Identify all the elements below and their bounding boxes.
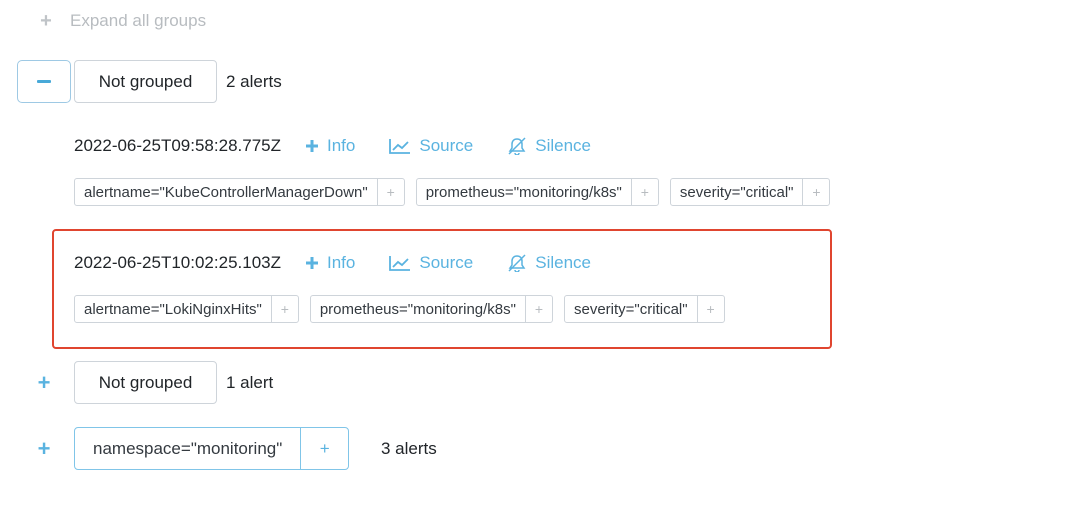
expand-group-button[interactable]: + (36, 427, 52, 470)
alert-timestamp: 2022-06-25T10:02:25.103Z (74, 253, 281, 272)
add-filter-button[interactable]: + (526, 296, 552, 322)
plus-icon: + (37, 369, 51, 395)
label-pill[interactable]: alertname="LokiNginxHits" + (74, 295, 299, 323)
alert-labels: alertname="LokiNginxHits" + prometheus="… (74, 295, 736, 323)
label-pill[interactable]: alertname="KubeControllerManagerDown" + (74, 178, 405, 206)
plus-icon: + (40, 9, 52, 32)
plus-icon: + (37, 435, 51, 461)
alert-timestamp: 2022-06-25T09:58:28.775Z (74, 136, 281, 155)
silence-label: Silence (535, 253, 591, 272)
add-filter-button[interactable]: + (301, 428, 348, 469)
source-button[interactable]: Source (389, 136, 473, 156)
silence-button[interactable]: Silence (507, 136, 591, 156)
plus-icon (305, 139, 319, 153)
label-pill[interactable]: severity="critical" + (669, 178, 831, 206)
source-label: Source (419, 136, 474, 155)
highlight-box (52, 229, 832, 349)
silence-button[interactable]: Silence (507, 253, 591, 273)
label-pill[interactable]: prometheus="monitoring/k8s" + (309, 295, 553, 323)
label-text: severity="critical" (671, 179, 804, 205)
expand-all-groups-button[interactable]: + Expand all groups (36, 9, 206, 33)
label-text: severity="critical" (565, 296, 698, 322)
label-pill[interactable]: severity="critical" + (563, 295, 725, 323)
info-label: Info (327, 136, 356, 155)
label-text: prometheus="monitoring/k8s" (311, 296, 526, 322)
label-text: prometheus="monitoring/k8s" (417, 179, 632, 205)
group-alert-count: 3 alerts (381, 438, 437, 458)
silence-label: Silence (535, 136, 591, 155)
group-alert-count: 1 alert (226, 372, 274, 392)
label-pill[interactable]: prometheus="monitoring/k8s" + (415, 178, 659, 206)
line-chart-icon (389, 138, 411, 154)
source-button[interactable]: Source (389, 253, 473, 273)
add-filter-button[interactable]: + (632, 179, 658, 205)
add-filter-button[interactable]: + (378, 179, 404, 205)
group-label-not-grouped[interactable]: Not grouped (74, 361, 217, 404)
group-label-namespace[interactable]: namespace="monitoring" + (74, 427, 350, 470)
alert-header: 2022-06-25T10:02:25.103Z Info Source Sil… (74, 251, 625, 275)
info-button[interactable]: Info (305, 136, 355, 156)
add-filter-button[interactable]: + (803, 179, 829, 205)
group-label-text: namespace="monitoring" (75, 428, 302, 469)
add-filter-button[interactable]: + (698, 296, 724, 322)
bell-slash-icon (507, 254, 527, 272)
group-alert-count: 2 alerts (226, 71, 282, 91)
alert-labels: alertname="KubeControllerManagerDown" + … (74, 178, 841, 206)
collapse-group-button[interactable] (17, 60, 71, 103)
line-chart-icon (389, 255, 411, 271)
info-label: Info (327, 253, 356, 272)
label-text: alertname="LokiNginxHits" (75, 296, 272, 322)
bell-slash-icon (507, 137, 527, 155)
info-button[interactable]: Info (305, 253, 355, 273)
expand-group-button[interactable]: + (36, 361, 52, 404)
add-filter-button[interactable]: + (272, 296, 298, 322)
source-label: Source (419, 253, 474, 272)
expand-all-label: Expand all groups (70, 11, 207, 30)
plus-icon (305, 256, 319, 270)
minus-icon (37, 80, 51, 83)
group-label-not-grouped[interactable]: Not grouped (74, 60, 217, 103)
alert-header: 2022-06-25T09:58:28.775Z Info Source Sil… (74, 134, 625, 158)
label-text: alertname="KubeControllerManagerDown" (75, 179, 378, 205)
